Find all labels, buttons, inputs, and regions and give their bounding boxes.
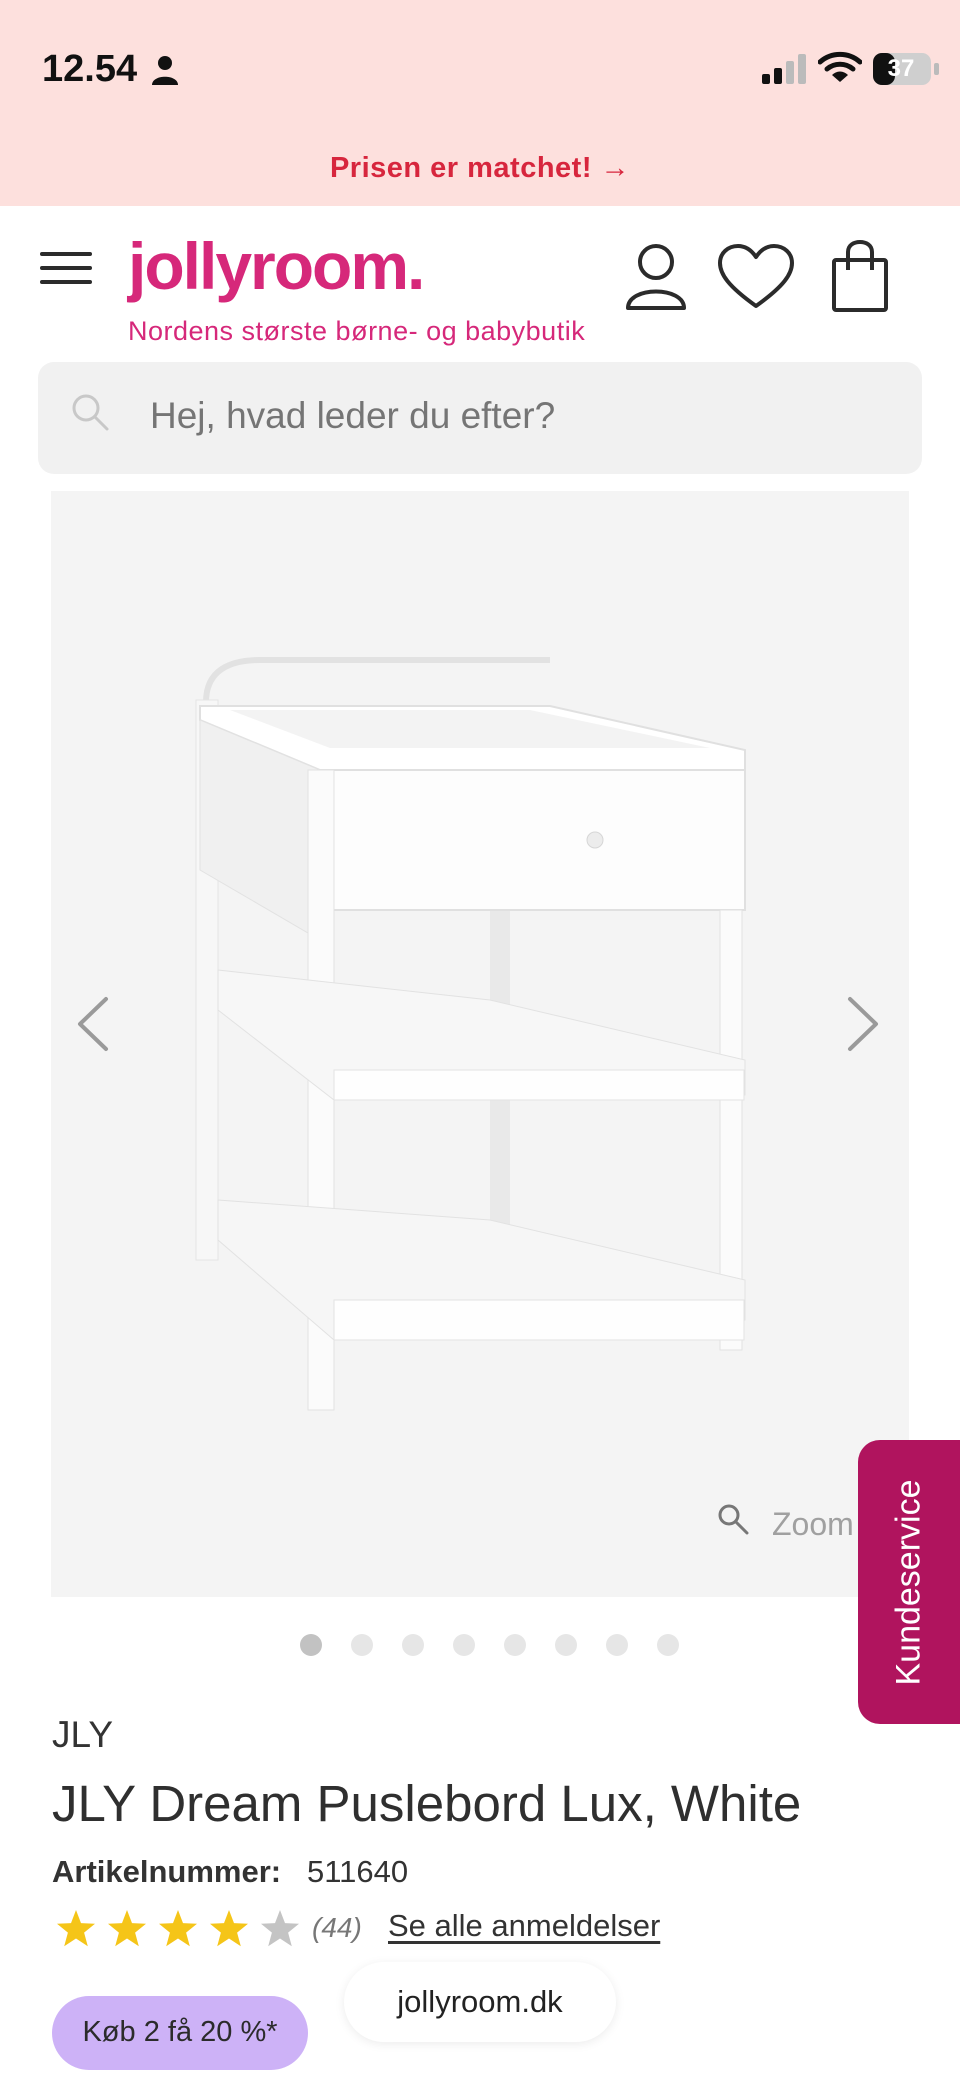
promo-banner[interactable]: Prisen er matchet! → <box>0 140 960 206</box>
customer-service-tab[interactable]: Kundeservice <box>858 1440 960 1724</box>
product-brand[interactable]: JLY <box>52 1714 113 1756</box>
gallery-dot[interactable] <box>402 1634 424 1656</box>
user-account-icon[interactable] <box>624 242 688 310</box>
customer-service-label: Kundeservice <box>889 1478 928 1686</box>
wishlist-heart-icon[interactable] <box>718 244 794 310</box>
previous-image-arrow-icon[interactable] <box>70 995 116 1053</box>
sku-label: Artikelnummer: <box>52 1854 282 1889</box>
star-icon <box>57 1910 95 1947</box>
promo-text[interactable]: Prisen er matchet! → <box>330 152 630 185</box>
tagline: Nordens største børne- og babybutik <box>128 316 586 346</box>
status-bar <box>0 0 960 140</box>
see-all-reviews-link[interactable]: Se alle anmeldelser <box>388 1908 660 1944</box>
star-icon <box>261 1910 299 1947</box>
gallery-dot[interactable] <box>453 1634 475 1656</box>
jollyroom-logo[interactable]: jollyroom. <box>128 228 425 304</box>
offer-badge[interactable]: Køb 2 få 20 %* <box>52 1996 308 2070</box>
sku-value: 511640 <box>307 1854 409 1889</box>
gallery-dot[interactable] <box>555 1634 577 1656</box>
hamburger-menu-icon[interactable] <box>40 250 92 286</box>
offer-text: Køb 2 få 20 %* <box>82 2016 278 2048</box>
gallery-dot[interactable] <box>504 1634 526 1656</box>
zoom-icon[interactable] <box>716 1502 750 1536</box>
next-image-arrow-icon[interactable] <box>840 995 886 1053</box>
product-title: JLY Dream Puslebord Lux, White <box>52 1775 802 1832</box>
gallery-dot[interactable] <box>606 1634 628 1656</box>
search-input[interactable] <box>148 394 852 438</box>
browser-url-bar[interactable]: jollyroom.dk <box>344 1962 616 2042</box>
gallery-dot[interactable] <box>351 1634 373 1656</box>
product-image[interactable] <box>190 640 770 1430</box>
browser-url[interactable]: jollyroom.dk <box>344 1984 616 2020</box>
review-count: (44) <box>312 1912 362 1943</box>
gallery-pagination <box>300 1634 700 1658</box>
battery-level: 37 <box>887 55 915 82</box>
cellular-signal-icon <box>762 54 806 84</box>
star-icon <box>108 1910 146 1947</box>
status-time: 12.54 <box>42 48 138 90</box>
person-icon <box>152 56 178 85</box>
wifi-icon <box>818 51 862 82</box>
shopping-bag-icon[interactable] <box>830 240 890 312</box>
gallery-dot[interactable] <box>657 1634 679 1656</box>
star-icon <box>210 1910 248 1947</box>
search-icon <box>72 394 109 431</box>
star-icon <box>159 1910 197 1947</box>
gallery-dot[interactable] <box>300 1634 322 1656</box>
zoom-label[interactable]: Zoom <box>772 1506 854 1543</box>
rating-stars <box>57 1910 299 1947</box>
